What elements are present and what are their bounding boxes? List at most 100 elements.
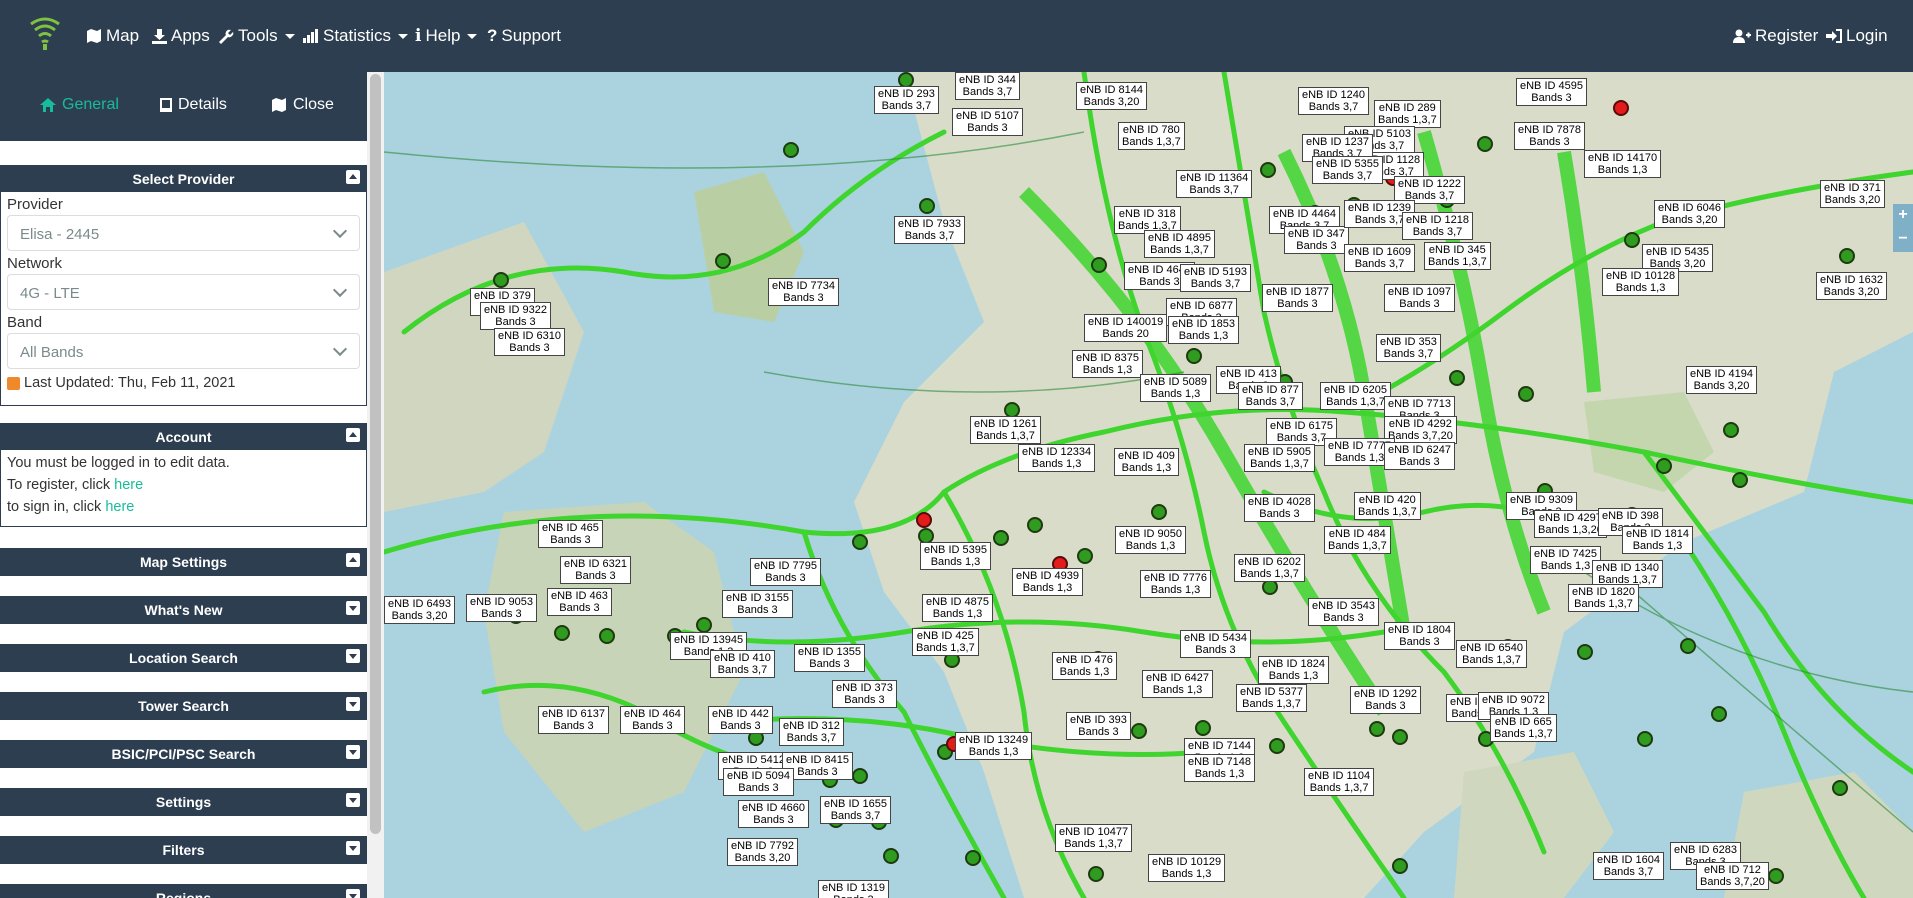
tower-label[interactable]: eNB ID 4297 Bands 1,3,20 xyxy=(1534,510,1607,538)
tower-label[interactable]: eNB ID 665 Bands 1,3,7 xyxy=(1490,714,1557,742)
tower-label[interactable]: eNB ID 6205 Bands 1,3,7 xyxy=(1320,382,1391,410)
tower-marker[interactable] xyxy=(599,628,615,644)
tower-label[interactable]: eNB ID 877 Bands 3,7 xyxy=(1238,382,1303,410)
tower-label[interactable]: eNB ID 1609 Bands 3,7 xyxy=(1344,244,1415,272)
tower-marker[interactable] xyxy=(1624,232,1640,248)
select-provider-header[interactable]: Select Provider xyxy=(1,166,366,192)
tower-marker[interactable] xyxy=(1518,386,1534,402)
tower-label[interactable]: eNB ID 14170 Bands 1,3 xyxy=(1584,150,1662,178)
tower-label[interactable]: eNB ID 347 Bands 3 xyxy=(1284,226,1349,254)
nav-apps[interactable]: Apps xyxy=(152,24,210,48)
tower-marker[interactable] xyxy=(1832,780,1848,796)
logo-icon[interactable] xyxy=(28,16,62,52)
tower-marker[interactable] xyxy=(1392,729,1408,745)
tower-label[interactable]: eNB ID 8144 Bands 3,20 xyxy=(1076,82,1147,110)
tower-label[interactable]: eNB ID 353 Bands 3,7 xyxy=(1376,334,1441,362)
tab-general[interactable]: General xyxy=(40,96,119,114)
tower-marker[interactable] xyxy=(1723,422,1739,438)
tower-marker[interactable] xyxy=(493,272,509,288)
tower-marker[interactable] xyxy=(919,198,935,214)
tower-label[interactable]: eNB ID 9322 Bands 3 xyxy=(480,302,551,330)
tower-marker[interactable] xyxy=(1768,868,1784,884)
band-select[interactable]: All Bands xyxy=(7,333,360,369)
tower-label[interactable]: eNB ID 476 Bands 1,3 xyxy=(1052,652,1117,680)
nav-map[interactable]: Map xyxy=(86,24,139,48)
tower-label[interactable]: eNB ID 6310 Bands 3 xyxy=(494,328,565,356)
tower-label[interactable]: eNB ID 1814 Bands 1,3 xyxy=(1622,526,1693,554)
tower-marker[interactable] xyxy=(1449,370,1465,386)
tower-label[interactable]: eNB ID 6046 Bands 3,20 xyxy=(1654,200,1725,228)
tower-marker[interactable] xyxy=(965,850,981,866)
tower-label[interactable]: eNB ID 373 Bands 3 xyxy=(832,680,897,708)
tower-label[interactable]: eNB ID 11364 Bands 3,7 xyxy=(1176,170,1253,198)
tower-search-panel[interactable]: Tower Search xyxy=(0,692,367,720)
tower-label[interactable]: eNB ID 5107 Bands 3 xyxy=(952,108,1023,136)
tower-marker[interactable] xyxy=(1369,721,1385,737)
tower-label[interactable]: eNB ID 344 Bands 3,7 xyxy=(955,72,1020,100)
tower-label[interactable]: eNB ID 3155 Bands 3 xyxy=(722,590,793,618)
tower-marker[interactable] xyxy=(1088,866,1104,882)
whats-new-panel[interactable]: What's New xyxy=(0,596,367,624)
tower-label[interactable]: eNB ID 420 Bands 1,3,7 xyxy=(1354,492,1421,520)
tower-marker[interactable] xyxy=(883,848,899,864)
tower-label[interactable]: eNB ID 7734 Bands 3 xyxy=(768,278,839,306)
tab-close[interactable]: Close xyxy=(271,96,334,114)
tower-marker[interactable] xyxy=(715,253,731,269)
tower-label[interactable]: eNB ID 13249 Bands 1,3 xyxy=(955,732,1033,760)
register-here-link[interactable]: here xyxy=(114,477,143,493)
bsic-search-panel[interactable]: BSIC/PCI/PSC Search xyxy=(0,740,367,768)
tower-marker[interactable] xyxy=(1577,644,1593,660)
map-canvas[interactable]: + − eNB ID 293 Bands 3,7 eNB ID 344 Bands 3… xyxy=(384,72,1913,898)
tower-label[interactable]: eNB ID 7425 Bands 1,3 xyxy=(1530,546,1601,574)
tower-label[interactable]: eNB ID 465 Bands 3 xyxy=(538,520,603,548)
tower-label[interactable]: eNB ID 1355 Bands 3 xyxy=(794,644,865,672)
location-search-panel[interactable]: Location Search xyxy=(0,644,367,672)
tower-label[interactable]: eNB ID 4028 Bands 3 xyxy=(1244,494,1315,522)
tower-marker[interactable] xyxy=(554,625,570,641)
tower-label[interactable]: eNB ID 464 Bands 3 xyxy=(620,706,685,734)
tower-marker[interactable] xyxy=(852,534,868,550)
tower-label[interactable]: eNB ID 4875 Bands 1,3 xyxy=(922,594,993,622)
tower-label[interactable]: eNB ID 442 Bands 3 xyxy=(708,706,773,734)
rss-icon[interactable] xyxy=(7,376,20,390)
provider-select[interactable]: Elisa - 2445 xyxy=(7,215,360,251)
tower-label[interactable]: eNB ID 10477 Bands 1,3,7 xyxy=(1055,824,1133,852)
login-link[interactable]: Login xyxy=(1826,24,1888,48)
tower-label[interactable]: eNB ID 1104 Bands 1,3,7 xyxy=(1304,768,1375,796)
signin-here-link[interactable]: here xyxy=(105,499,134,515)
tower-label[interactable]: eNB ID 5355 Bands 3,7 xyxy=(1312,156,1383,184)
tower-label[interactable]: eNB ID 1853 Bands 1,3 xyxy=(1168,316,1239,344)
tower-label[interactable]: eNB ID 10128 Bands 1,3 xyxy=(1602,268,1680,296)
tower-label[interactable]: eNB ID 425 Bands 1,3,7 xyxy=(912,628,979,656)
tower-label[interactable]: eNB ID 345 Bands 1,3,7 xyxy=(1424,242,1491,270)
tower-label[interactable]: eNB ID 9050 Bands 1,3 xyxy=(1115,526,1186,554)
tower-label[interactable]: eNB ID 463 Bands 3 xyxy=(547,588,612,616)
tower-marker[interactable] xyxy=(1186,348,1202,364)
tower-label[interactable]: eNB ID 7776 Bands 1,3 xyxy=(1140,570,1211,598)
tower-label[interactable]: eNB ID 1240 Bands 3,7 xyxy=(1298,87,1369,115)
expand-icon[interactable] xyxy=(346,649,360,663)
tower-label[interactable]: eNB ID 4895 Bands 1,3,7 xyxy=(1144,230,1215,258)
tower-label[interactable]: eNB ID 4939 Bands 1,3 xyxy=(1012,568,1083,596)
tower-label[interactable]: eNB ID 712 Bands 3,7,20 xyxy=(1696,862,1769,890)
account-header[interactable]: Account xyxy=(1,424,366,450)
tower-label[interactable]: eNB ID 5089 Bands 1,3 xyxy=(1140,374,1211,402)
tower-marker[interactable] xyxy=(1077,548,1093,564)
tower-label[interactable]: eNB ID 393 Bands 3 xyxy=(1066,712,1131,740)
tower-label[interactable]: eNB ID 371 Bands 3,20 xyxy=(1820,180,1885,208)
tower-marker[interactable] xyxy=(1260,162,1276,178)
tower-label[interactable]: eNB ID 6493 Bands 3,20 xyxy=(384,596,455,624)
regions-panel[interactable]: Regions xyxy=(0,884,367,898)
tower-marker-red[interactable] xyxy=(916,512,932,528)
nav-help[interactable]: i Help xyxy=(415,24,478,48)
tower-label[interactable]: eNB ID 1261 Bands 1,3,7 xyxy=(970,416,1041,444)
register-link[interactable]: Register xyxy=(1733,24,1818,48)
zoom-in-button[interactable]: + xyxy=(1893,204,1913,228)
tower-label[interactable]: eNB ID 1655 Bands 3,7 xyxy=(820,796,891,824)
tower-label[interactable]: eNB ID 410 Bands 3,7 xyxy=(710,650,775,678)
tower-label[interactable]: eNB ID 140019 Bands 20 xyxy=(1084,314,1168,342)
tower-marker[interactable] xyxy=(1151,504,1167,520)
tower-label[interactable]: eNB ID 9053 Bands 3 xyxy=(466,594,537,622)
tower-label[interactable]: eNB ID 1319Bands 3 xyxy=(818,880,889,898)
tower-label[interactable]: eNB ID 1218 Bands 3,7 xyxy=(1402,212,1473,240)
